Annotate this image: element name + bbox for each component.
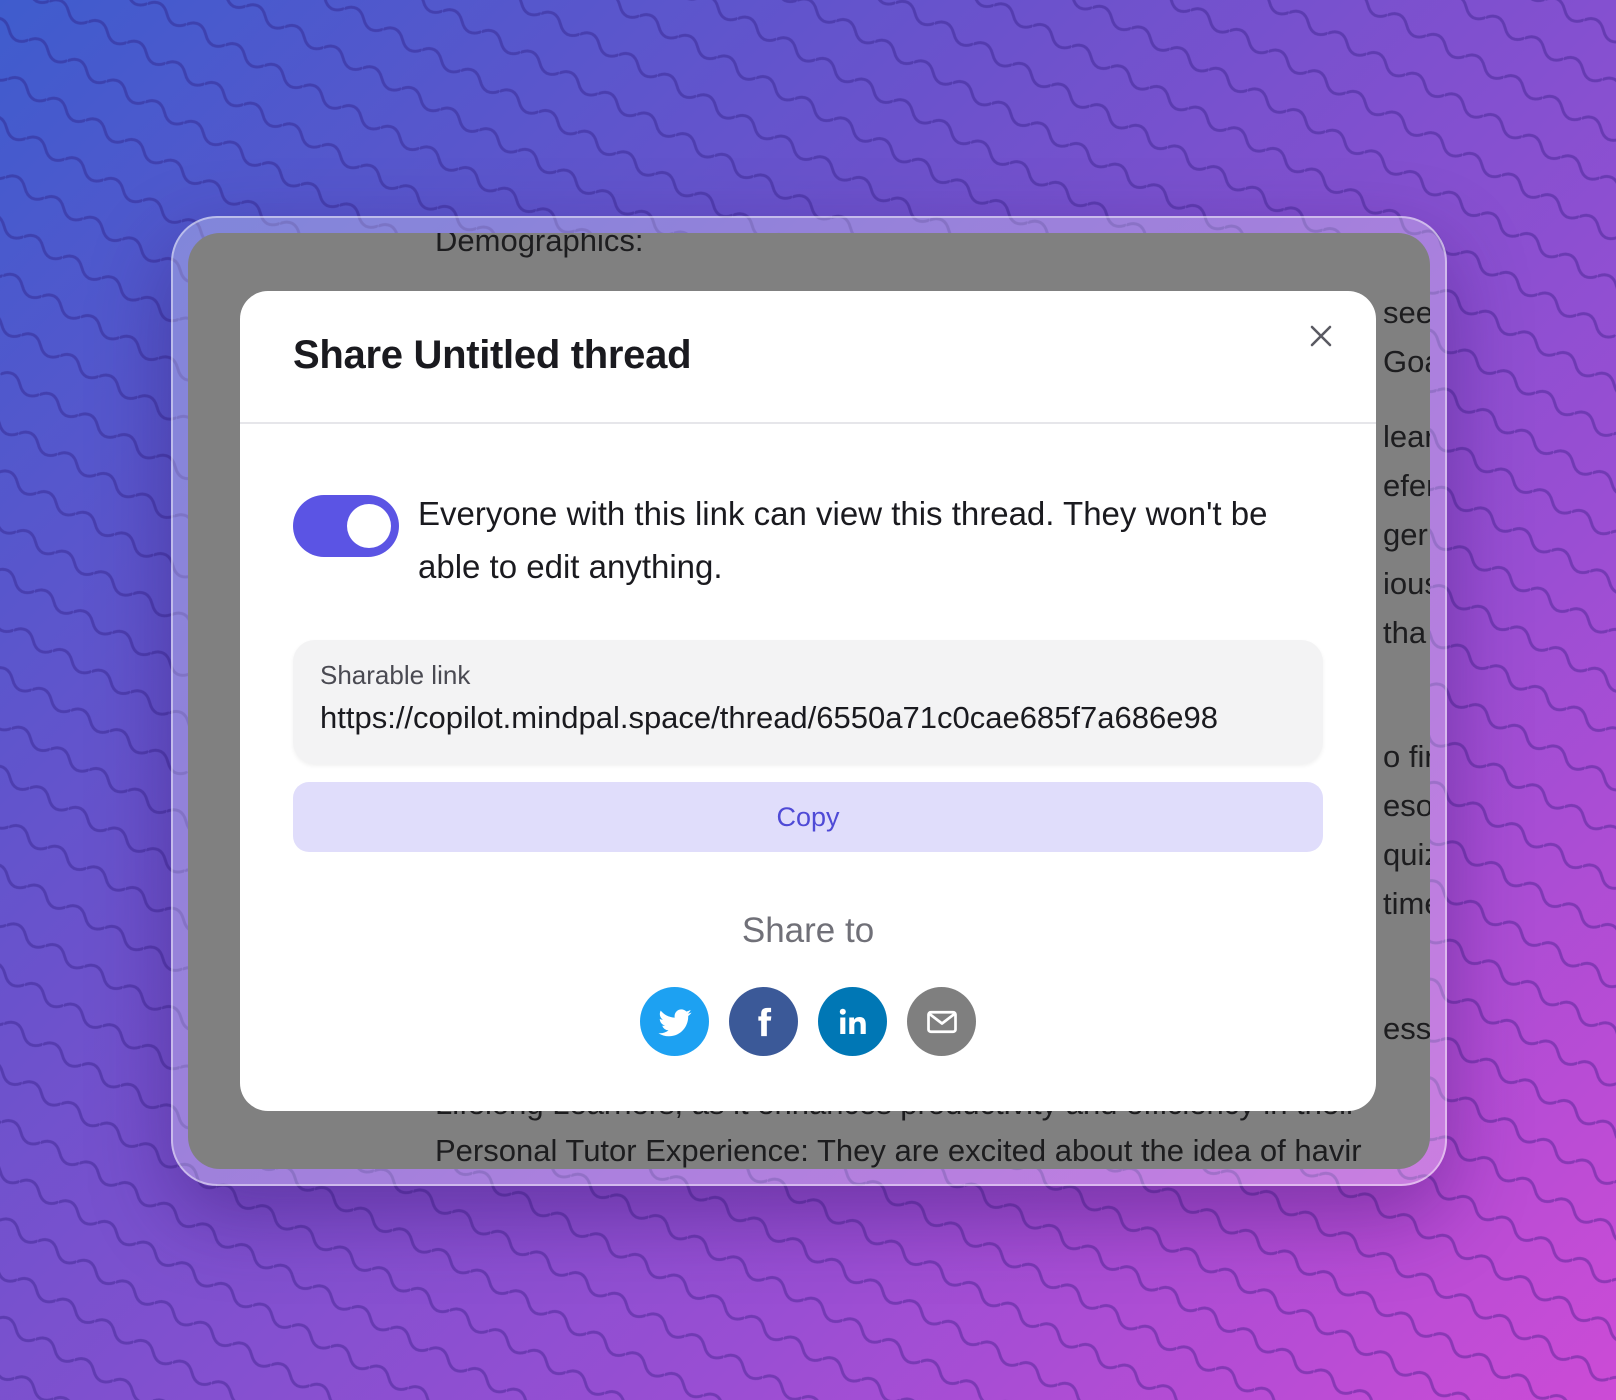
share-toggle-description: Everyone with this link can view this th… — [418, 495, 1268, 585]
dialog-title: Share Untitled thread — [293, 333, 692, 377]
share-to-heading: Share to — [741, 911, 875, 950]
app-window: Demographics: see Goa lear efer ger ious… — [188, 233, 1430, 1169]
doc-fragment: lear — [1383, 419, 1430, 454]
doc-fragment: quiz — [1383, 837, 1430, 872]
sharable-link-label: Sharable link — [320, 660, 471, 690]
doc-fragment: tha — [1383, 615, 1427, 650]
sharable-link-field[interactable] — [320, 700, 1300, 736]
doc-heading: Demographics: — [435, 233, 644, 258]
doc-fragment: time — [1383, 886, 1430, 921]
doc-fragment: Goa — [1383, 344, 1430, 379]
close-icon — [1310, 325, 1332, 347]
doc-fragment: efer — [1383, 468, 1430, 503]
doc-fragment: ess — [1383, 1011, 1430, 1046]
facebook-share-button[interactable] — [729, 987, 798, 1056]
email-icon — [926, 1010, 957, 1033]
share-toggle[interactable] — [293, 495, 399, 557]
linkedin-share-button[interactable] — [818, 987, 887, 1056]
linkedin-icon — [839, 1008, 866, 1034]
twitter-share-button[interactable] — [640, 987, 709, 1056]
toggle-knob — [347, 504, 391, 548]
doc-fragment: see — [1383, 295, 1430, 330]
doc-fragment: o fir — [1383, 739, 1430, 774]
doc-fragment: ious — [1383, 566, 1430, 601]
twitter-icon — [657, 1008, 692, 1036]
doc-fragment: ger — [1383, 517, 1428, 552]
sharable-link-box: Sharable link — [293, 640, 1323, 764]
doc-line: Personal Tutor Experience: They are exci… — [435, 1133, 1362, 1168]
email-share-button[interactable] — [907, 987, 976, 1056]
share-dialog: Share Untitled thread Everyone with this… — [240, 291, 1376, 1111]
share-targets — [240, 987, 1376, 1056]
doc-fragment: esou — [1383, 788, 1430, 823]
copy-button[interactable]: Copy — [293, 782, 1323, 852]
facebook-icon — [757, 1007, 771, 1036]
dialog-header: Share Untitled thread — [240, 291, 1376, 424]
close-button[interactable] — [1304, 319, 1338, 353]
